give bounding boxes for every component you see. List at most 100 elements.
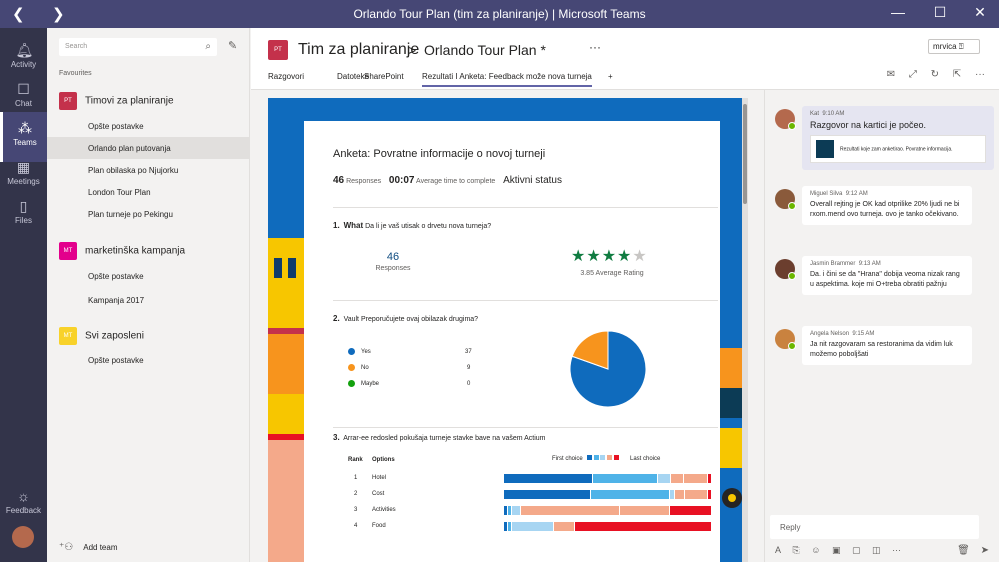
rank-bar-segment xyxy=(670,506,711,515)
team-svi[interactable]: MT Svi zaposleni xyxy=(59,327,144,347)
rank-bar-segment xyxy=(504,490,591,499)
rank-column-header: Rank xyxy=(348,457,363,463)
avatar[interactable] xyxy=(775,189,796,210)
lightbulb-icon: ☼ xyxy=(17,488,30,504)
message-time: 9:15 AM xyxy=(852,331,875,337)
avatar[interactable] xyxy=(775,109,796,130)
message-meta: Miguel Silva 9:12 AM xyxy=(810,191,964,197)
q1-responses-count: 46 xyxy=(386,251,400,263)
more-icon[interactable]: ··· xyxy=(892,545,901,555)
legend-value: 0 xyxy=(467,381,471,387)
scrollbar-thumb[interactable] xyxy=(743,104,747,204)
survey-card[interactable]: Rezultati koje zam anketirao. Povratne i… xyxy=(810,135,986,163)
add-tab-button[interactable]: + xyxy=(608,72,613,81)
channel-item[interactable]: Opšte postavke xyxy=(47,349,249,371)
favourites-label: Favourites xyxy=(59,70,92,77)
decorative-illustration xyxy=(268,238,304,562)
tab-survey[interactable]: Rezultati I Anketa: Feedback može nova t… xyxy=(422,72,592,87)
close-button[interactable]: ✕ xyxy=(970,4,990,24)
scrollbar[interactable] xyxy=(742,98,748,562)
rank-bar-segment xyxy=(684,490,707,499)
question-text: Da li je vaš utisak o drvetu nova turnej… xyxy=(365,223,492,230)
rank-number: 1 xyxy=(354,475,358,481)
legend-item: No xyxy=(348,364,369,371)
rail-files[interactable]: ▯ Files xyxy=(0,190,47,240)
avatar[interactable] xyxy=(775,329,796,350)
survey-status: Aktivni status xyxy=(503,175,562,186)
meet-icon[interactable]: ◫ xyxy=(872,545,881,555)
add-team-button[interactable]: ⁺⚇ Add team xyxy=(59,542,118,553)
team-timovi[interactable]: PT Timovi za planiranje xyxy=(59,92,174,112)
conversation-pane: Kat 9:10 AM Razgovor na kartici je počeo… xyxy=(764,90,999,562)
avatar[interactable] xyxy=(775,259,796,280)
rank-bar-segment xyxy=(553,522,574,531)
rating-stars: ★★★★★ xyxy=(571,246,648,266)
more-icon[interactable]: ··· xyxy=(589,40,601,54)
survey-card-icon xyxy=(816,140,834,158)
channel-item[interactable]: Plan obilaska po Njujorku xyxy=(47,159,249,181)
channel-item[interactable]: Opšte postavke xyxy=(47,115,249,137)
rank-bar-segment xyxy=(512,506,520,515)
popout-icon[interactable]: ⇱ xyxy=(953,69,961,80)
add-team-label: Add team xyxy=(83,543,118,552)
survey-stats: 46 Responses 00:07 Average time to compl… xyxy=(333,175,562,186)
avg-time-label: Average time to complete xyxy=(416,178,496,185)
team-title[interactable]: Tim za planiranje xyxy=(298,41,419,59)
star-icon: ★ xyxy=(571,248,587,265)
legend-value: 9 xyxy=(467,365,471,371)
tab-sharepoint[interactable]: SharePoint xyxy=(364,72,404,81)
channel-item[interactable]: Plan turneje po Pekingu xyxy=(47,203,249,225)
reply-input[interactable]: Reply xyxy=(770,515,979,539)
team-marketing[interactable]: MT marketinška kampanja xyxy=(59,242,185,262)
app-rail: 🔔︎ Activity ☐ Chat ⁂ Teams ▦ Meetings ▯ … xyxy=(0,28,47,562)
more-icon[interactable]: ··· xyxy=(975,69,985,80)
legend-dot xyxy=(348,348,355,355)
rail-feedback[interactable]: ☼ Feedback xyxy=(0,480,47,530)
channel-item[interactable]: Orlando plan putovanja xyxy=(47,137,249,159)
channel-item[interactable]: London Tour Plan xyxy=(47,181,249,203)
legend-label: Yes xyxy=(361,349,371,356)
rank-bar-segment xyxy=(591,490,670,499)
rank-bar-segment xyxy=(657,474,670,483)
pie-chart xyxy=(569,330,647,408)
conversation-icon[interactable]: ✉ xyxy=(887,69,895,80)
rank-bar-segment xyxy=(508,522,512,531)
message-text: Ja nit razgovaram sa restoranima da vidi… xyxy=(810,341,953,358)
question-2: 2. Vault Preporučujete ovaj obilazak dru… xyxy=(333,314,478,323)
color-key xyxy=(587,455,619,462)
message-time: 9:12 AM xyxy=(845,191,868,197)
avatar[interactable] xyxy=(12,526,34,548)
rail-label: Activity xyxy=(10,60,37,69)
last-choice-label: Last choice xyxy=(630,456,661,462)
avg-time: 00:07 xyxy=(388,175,415,186)
channel-item[interactable]: Kampanja 2017 xyxy=(47,289,249,311)
legend-item: Yes xyxy=(348,348,371,355)
message-bubble: Miguel Silva 9:12 AM Overall rejting je … xyxy=(802,186,972,225)
user-icon: ⍰ xyxy=(958,42,964,51)
gif-icon[interactable]: ▣ xyxy=(832,545,841,555)
rail-label: Meetings xyxy=(7,177,40,186)
refresh-icon[interactable]: ↻ xyxy=(931,69,939,80)
question-prefix: What xyxy=(343,221,364,230)
send-icon[interactable]: ➤ xyxy=(981,545,989,556)
rank-bar-segment xyxy=(504,474,592,483)
sticker-icon[interactable]: ▢ xyxy=(852,545,861,555)
search-input[interactable]: Search ⌕ xyxy=(59,38,217,56)
maximize-button[interactable]: ☐ xyxy=(930,4,950,24)
survey-title: Anketa: Povratne informacije o novoj tur… xyxy=(333,148,546,160)
user-chip[interactable]: mrvica ⍰ xyxy=(928,39,980,54)
delete-icon[interactable]: 🗑︎ xyxy=(957,545,970,556)
format-icon[interactable]: A xyxy=(775,545,781,555)
attach-icon[interactable]: ⎘ xyxy=(793,545,800,555)
channel-item[interactable]: Opšte postavke xyxy=(47,265,249,287)
message-time: 9:13 AM xyxy=(858,261,881,267)
expand-icon[interactable]: ⤢ xyxy=(909,69,917,80)
compose-icon[interactable]: ✎ xyxy=(228,39,237,52)
message-meta: Jasmin Brammer 9:13 AM xyxy=(810,261,964,267)
tab-razgovori[interactable]: Razgovori xyxy=(268,72,304,81)
rank-bar-segment xyxy=(508,506,512,515)
rail-label: Teams xyxy=(13,138,37,147)
emoji-icon[interactable]: ☺ xyxy=(811,545,820,555)
rank-bar-segment xyxy=(504,506,508,515)
minimize-button[interactable]: — xyxy=(888,4,908,24)
